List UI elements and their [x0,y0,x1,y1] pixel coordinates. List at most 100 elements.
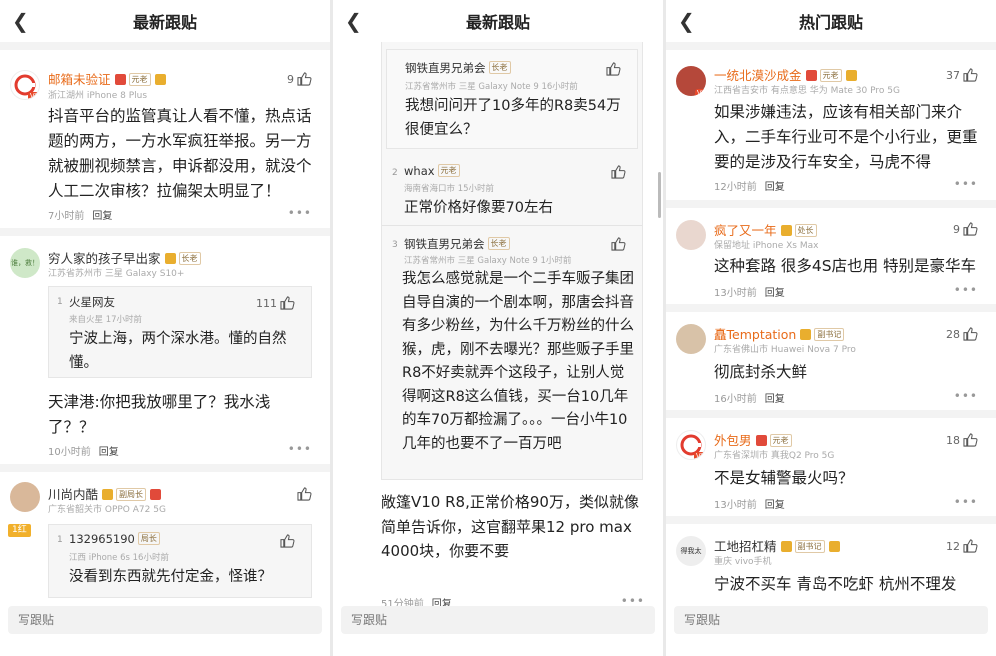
username[interactable]: 穷人家的孩子早出家 长老 [48,248,201,267]
like-button[interactable] [611,237,626,251]
header: ❮ 热门跟贴 [666,0,996,42]
thumbs-up-icon [963,327,978,341]
like-button[interactable]: 111 [256,296,295,310]
panel-latest-2: ❮ 最新跟贴 钢铁直男兄弟会 长老 江苏省常州市 三星 Galaxy Note 9… [333,0,663,656]
comment-time: 16小时前 回复 [714,394,785,405]
reply-link[interactable]: 回复 [92,211,112,222]
user-meta: 重庆 vivo手机 [714,557,772,567]
avatar[interactable]: 谁，救！ [10,248,40,278]
thumbs-up-icon [297,72,312,86]
username[interactable]: 疯了又一年 处长 [714,220,817,239]
reply-link[interactable]: 回复 [765,182,785,193]
divider [666,410,996,418]
ellipsis-icon[interactable]: ••• [954,283,978,297]
username[interactable]: 外包男 元老 [714,430,792,449]
user-meta: 广东省佛山市 Huawei Nova 7 Pro [714,345,856,355]
comment-text: 这种套路 很多4S店也用 特别是豪华车 [714,257,977,275]
avatar[interactable]: VIP [676,430,706,460]
username[interactable]: 川尚内酷 副局长 [48,484,162,503]
divider [666,304,996,312]
quote-username[interactable]: 132965190 局长 [69,532,160,546]
divider [666,516,996,524]
user-meta: 浙江湖州 iPhone 8 Plus [48,91,148,101]
like-button[interactable]: 9 [287,72,312,86]
quote-meta: 江苏省常州市 三星 Galaxy Note 9 16小时前 [405,82,578,92]
comment-text: 抖音平台的监管真让人看不懂，热点话题的两方，一方水军疯狂举报。另一方就被删视频禁… [48,107,312,200]
quoted-thread: 钢铁直男兄弟会 长老 江苏省常州市 三星 Galaxy Note 9 16小时前 … [381,42,643,480]
like-button[interactable] [606,62,621,76]
thumbs-up-icon [280,534,295,548]
comment-text: 如果涉嫌违法，应该有相关部门来介入，二手车行业可不是个小行业，更重要的是涉及行车… [714,103,978,171]
thumbs-up-icon [297,487,312,501]
divider [0,228,330,236]
header: ❮ 最新跟贴 [0,0,330,42]
comment-time: 7小时前 回复 [48,211,113,222]
write-comment-input[interactable]: 写跟贴 [674,606,988,634]
quote-username[interactable]: 钢铁直男兄弟会 长老 [405,60,511,76]
quote-meta: 江西 iPhone 6s 16小时前 [69,553,169,563]
thumbs-up-icon [963,222,978,236]
scrollbar[interactable] [658,172,661,218]
like-button[interactable] [611,165,626,179]
quote-text: 正常价格好像要70左右 [404,200,553,216]
reply-link[interactable]: 回复 [99,447,119,458]
quote-username[interactable]: 火星网友 [69,294,115,310]
divider [0,42,330,50]
user-meta: 广东省深圳市 真我Q2 Pro 5G [714,451,835,461]
like-button[interactable] [280,534,295,548]
like-button[interactable]: 37 [946,68,978,82]
divider [666,200,996,208]
user-meta: 江西省吉安市 有点意思 华为 Mate 30 Pro 5G [714,86,900,96]
quote-text: 我想问问开了10多年的R8卖54万很便宜么？ [405,98,621,138]
username[interactable]: 邮箱未验证 元老 [48,69,166,88]
comment-time: 12小时前 回复 [714,182,785,193]
back-chevron-left-icon[interactable]: ❮ [345,9,362,33]
quote-meta: 海南省海口市 15小时前 [404,184,495,194]
quote-meta: 来自火星 17小时前 [69,315,143,325]
page-title: 热门跟贴 [798,13,863,32]
username[interactable]: 一统北漠沙成金 元老 [714,65,857,84]
write-comment-input[interactable]: 写跟贴 [8,606,322,634]
reply-link[interactable]: 回复 [765,500,785,511]
like-button[interactable] [297,487,312,501]
quoted-comment: 1 火星网友 来自火星 17小时前 111 宁波上海，两个深水港。懂的自然懂。 [48,286,312,378]
ellipsis-icon[interactable]: ••• [954,389,978,403]
ellipsis-icon[interactable]: ••• [288,206,312,220]
like-button[interactable]: 28 [946,327,978,341]
reply-link[interactable]: 回复 [765,394,785,405]
avatar[interactable]: VIP [676,66,706,96]
avatar[interactable] [676,324,706,354]
quote-meta: 江苏省常州市 三星 Galaxy Note 9 1小时前 [404,256,572,266]
avatar[interactable] [676,220,706,250]
ellipsis-icon[interactable]: ••• [288,442,312,456]
write-comment-input[interactable]: 写跟贴 [341,606,655,634]
like-button[interactable]: 9 [953,222,978,236]
ellipsis-icon[interactable]: ••• [954,177,978,191]
quote-text: 宁波上海，两个深水港。懂的自然懂。 [69,331,287,371]
header: ❮ 最新跟贴 [333,0,663,42]
thumbs-up-icon [963,68,978,82]
ellipsis-icon[interactable]: ••• [954,495,978,509]
back-chevron-left-icon[interactable]: ❮ [678,9,695,33]
page-title: 最新跟贴 [465,13,530,32]
avatar[interactable]: 得我太 [676,536,706,566]
comment-time: 10小时前 回复 [48,447,119,458]
user-meta: 江苏省苏州市 三星 Galaxy S10+ [48,269,185,279]
username[interactable]: 矗Temptation 副书记 [714,324,845,343]
avatar[interactable]: VIP [10,70,40,100]
quote-username[interactable]: 钢铁直男兄弟会 长老 [404,236,510,252]
comment-time: 13小时前 回复 [714,500,785,511]
quote-username[interactable]: whax 元老 [404,164,460,178]
like-button[interactable]: 18 [946,433,978,447]
comment-time: 13小时前 回复 [714,288,785,299]
avatar[interactable] [10,482,40,512]
quoted-comment: 钢铁直男兄弟会 长老 江苏省常州市 三星 Galaxy Note 9 16小时前 … [386,49,638,149]
back-chevron-left-icon[interactable]: ❮ [12,9,29,33]
like-button[interactable]: 12 [946,539,978,553]
username[interactable]: 工地招杠精 副书记 [714,536,840,555]
thumbs-up-icon [963,539,978,553]
page-title: 最新跟贴 [132,13,197,32]
thumbs-up-icon [611,165,626,179]
reply-link[interactable]: 回复 [765,288,785,299]
red-tag: 1红 [8,524,31,537]
